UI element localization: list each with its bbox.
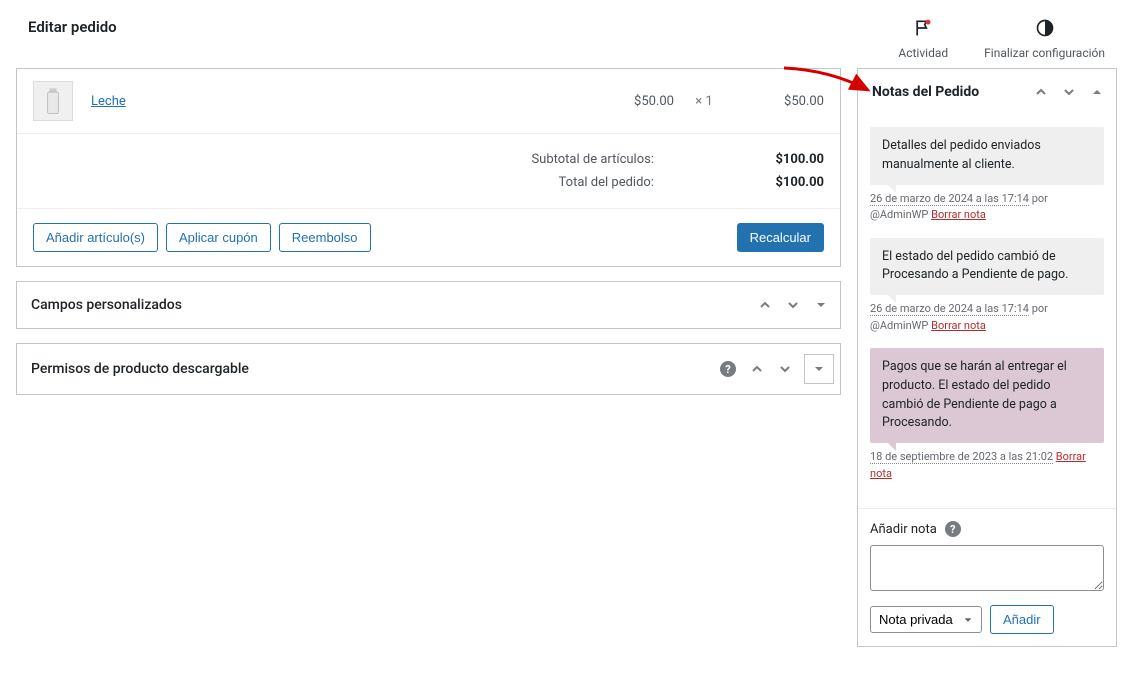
note-type-select[interactable]: Nota privada xyxy=(870,606,982,633)
help-icon[interactable]: ? xyxy=(945,521,961,537)
panel-move-down-icon[interactable] xyxy=(1056,79,1082,105)
recalculate-button[interactable]: Recalcular xyxy=(737,223,824,252)
product-thumb[interactable] xyxy=(33,81,73,121)
subtotal-value: $100.00 xyxy=(714,152,824,167)
order-note: Detalles del pedido enviados manualmente… xyxy=(870,127,1104,185)
finish-config-button[interactable]: Finalizar configuración xyxy=(984,18,1105,60)
panel-move-down-icon[interactable] xyxy=(780,292,806,318)
subtotal-label: Subtotal de artículos: xyxy=(531,152,654,167)
contrast-circle-icon xyxy=(1035,18,1055,42)
line-total: $50.00 xyxy=(734,94,824,109)
order-note: El estado del pedido cambió de Procesand… xyxy=(870,238,1104,296)
refund-button[interactable]: Reembolso xyxy=(279,223,371,252)
activity-button[interactable]: Actividad xyxy=(898,18,948,60)
panel-toggle-icon[interactable] xyxy=(804,354,834,384)
line-cost: $50.00 xyxy=(584,94,674,109)
flag-icon xyxy=(913,18,933,42)
help-icon[interactable]: ? xyxy=(720,361,736,377)
downloadable-perms-panel: Permisos de producto descargable ? xyxy=(16,343,841,395)
delete-note-link[interactable]: Borrar nota xyxy=(931,208,986,221)
panel-move-up-icon[interactable] xyxy=(744,356,770,382)
finish-config-label: Finalizar configuración xyxy=(984,46,1105,60)
add-note-label: Añadir nota xyxy=(870,522,937,537)
custom-fields-title: Campos personalizados xyxy=(31,297,752,313)
order-note-meta: 18 de septiembre de 2023 a las 21:02 Bor… xyxy=(870,449,1104,482)
custom-fields-panel: Campos personalizados xyxy=(16,281,841,329)
order-notes-panel: Notas del Pedido Detalles del pedido env… xyxy=(857,68,1117,647)
apply-coupon-button[interactable]: Aplicar cupón xyxy=(166,223,271,252)
add-note-textarea[interactable] xyxy=(870,545,1104,591)
product-name-link[interactable]: Leche xyxy=(91,94,126,109)
order-items-panel: Leche $50.00 × 1 $50.00 Subtotal de artí… xyxy=(16,68,841,267)
delete-note-link[interactable]: Borrar nota xyxy=(931,319,986,332)
panel-move-up-icon[interactable] xyxy=(1028,79,1054,105)
line-item: Leche $50.00 × 1 $50.00 xyxy=(17,69,840,133)
order-total-value: $100.00 xyxy=(714,175,824,190)
order-note-meta: 26 de marzo de 2024 a las 17:14 por @Adm… xyxy=(870,301,1104,334)
note-timestamp: 26 de marzo de 2024 a las 17:14 xyxy=(870,302,1029,316)
bottle-icon xyxy=(44,86,62,116)
activity-label: Actividad xyxy=(898,46,948,60)
add-items-button[interactable]: Añadir artículo(s) xyxy=(33,223,158,252)
line-qty: × 1 xyxy=(674,94,734,109)
panel-move-down-icon[interactable] xyxy=(772,356,798,382)
order-note-meta: 26 de marzo de 2024 a las 17:14 por @Adm… xyxy=(870,191,1104,224)
panel-toggle-icon[interactable] xyxy=(1084,79,1110,105)
note-timestamp: 18 de septiembre de 2023 a las 21:02 xyxy=(870,450,1053,464)
note-timestamp: 26 de marzo de 2024 a las 17:14 xyxy=(870,192,1029,206)
downloadable-perms-title: Permisos de producto descargable xyxy=(31,361,720,377)
order-note: Pagos que se harán al entregar el produc… xyxy=(870,348,1104,443)
page-title: Editar pedido xyxy=(28,18,117,36)
add-note-button[interactable]: Añadir xyxy=(990,605,1054,634)
order-total-label: Total del pedido: xyxy=(559,175,654,190)
order-notes-title: Notas del Pedido xyxy=(872,84,1028,100)
panel-move-up-icon[interactable] xyxy=(752,292,778,318)
panel-toggle-icon[interactable] xyxy=(808,292,834,318)
